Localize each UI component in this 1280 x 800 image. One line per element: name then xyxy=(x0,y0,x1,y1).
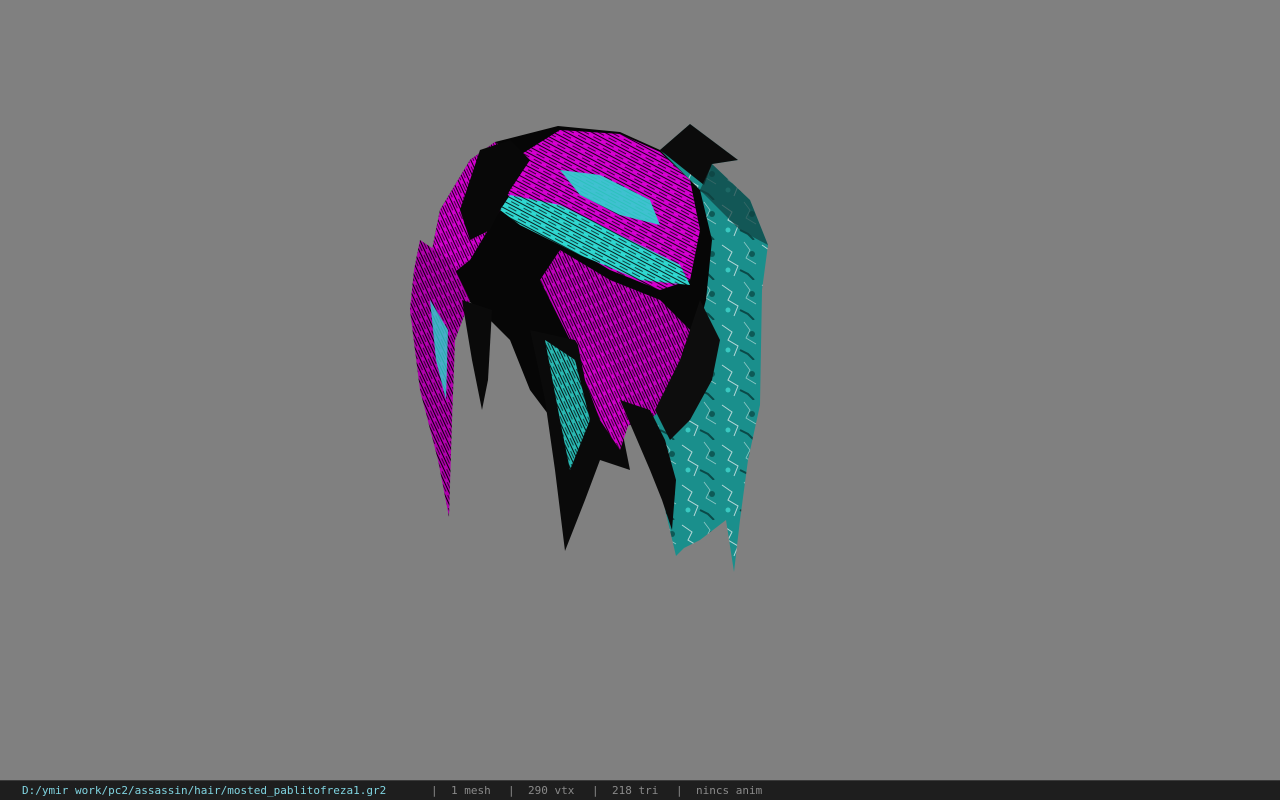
status-vertex-count: 290 vtx xyxy=(528,784,575,797)
hair-model-render xyxy=(410,124,768,572)
status-separator: | xyxy=(592,784,599,797)
status-file-path: D:/ymir work/pc2/assassin/hair/mosted_pa… xyxy=(22,784,387,797)
status-separator: | xyxy=(508,784,515,797)
status-bar: D:/ymir work/pc2/assassin/hair/mosted_pa… xyxy=(0,780,1280,800)
status-separator: | xyxy=(676,784,683,797)
status-triangle-count: 218 tri xyxy=(612,784,659,797)
status-separator: | xyxy=(431,784,438,797)
status-mesh-count: 1 mesh xyxy=(451,784,491,797)
status-animation-info: nincs anim xyxy=(696,784,763,797)
3d-viewport[interactable] xyxy=(0,0,1280,780)
